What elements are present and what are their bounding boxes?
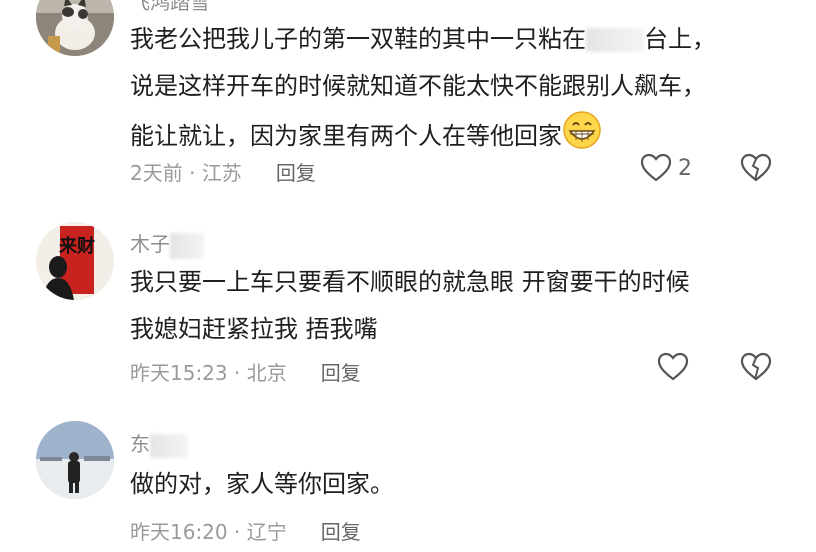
like-button[interactable] bbox=[657, 352, 689, 382]
snow-avatar-image bbox=[36, 421, 114, 499]
svg-text:来财: 来财 bbox=[58, 235, 95, 257]
comment-meta: 昨天15:23 · 北京 回复 bbox=[130, 357, 361, 386]
username[interactable]: 木子 bbox=[130, 228, 204, 259]
reply-button[interactable]: 回复 bbox=[321, 361, 361, 385]
comment-text: 做的对，家人等你回家。 bbox=[130, 470, 394, 498]
username[interactable]: 东 bbox=[130, 428, 188, 458]
timestamp: 昨天16:20 bbox=[130, 520, 228, 544]
username[interactable]: 飞鸿踏雪 bbox=[130, 0, 210, 15]
avatar[interactable]: 来财 bbox=[36, 222, 114, 300]
heart-icon bbox=[657, 352, 689, 381]
avatar[interactable] bbox=[36, 421, 114, 499]
grinning-face-emoji bbox=[562, 110, 602, 166]
like-button[interactable]: 2 bbox=[640, 153, 692, 183]
timestamp: 2天前 bbox=[130, 161, 183, 185]
fortune-avatar-image: 来财 bbox=[36, 222, 114, 300]
broken-heart-icon bbox=[740, 153, 772, 182]
cat-avatar-image bbox=[36, 0, 114, 56]
comment-item: 东 做的对，家人等你回家。 昨天16:20 · 辽宁 回复 bbox=[0, 400, 816, 552]
reply-button[interactable]: 回复 bbox=[321, 520, 361, 544]
location: 辽宁 bbox=[246, 520, 287, 544]
redacted-blur bbox=[150, 433, 188, 458]
location: 北京 bbox=[246, 361, 287, 385]
redacted-blur bbox=[170, 232, 204, 259]
reply-button[interactable]: 回复 bbox=[276, 161, 316, 185]
comment-text: 我老公把我儿子的第一双鞋的其中一只粘在 台上， 说是这样开车的时候就知道不能太快不… bbox=[130, 16, 790, 166]
meta-separator: · bbox=[227, 520, 247, 544]
meta-separator: · bbox=[182, 161, 202, 185]
avatar[interactable] bbox=[36, 0, 114, 56]
comment-meta: 2天前 · 江苏 回复 bbox=[130, 157, 316, 186]
timestamp: 昨天15:23 bbox=[130, 361, 228, 385]
redacted-blur bbox=[586, 28, 644, 52]
broken-heart-icon bbox=[740, 352, 772, 381]
heart-icon bbox=[640, 153, 672, 182]
comment-item: 来财 木子 我只要一上车只要看不顺眼的就急眼 开窗要干的时候 我媳妇赶紧拉我 捂… bbox=[0, 200, 816, 400]
meta-separator: · bbox=[227, 361, 247, 385]
comment-text: 我只要一上车只要看不顺眼的就急眼 开窗要干的时候 我媳妇赶紧拉我 捂我嘴 bbox=[130, 268, 690, 343]
dislike-button[interactable] bbox=[740, 352, 772, 386]
dislike-button[interactable] bbox=[740, 153, 772, 187]
comment-item: 飞鸿踏雪 我老公把我儿子的第一双鞋的其中一只粘在 台上， 说是这样开车的时候就知道… bbox=[0, 0, 816, 200]
like-count: 2 bbox=[678, 155, 692, 181]
comment-meta: 昨天16:20 · 辽宁 回复 bbox=[130, 516, 361, 545]
location: 江苏 bbox=[201, 161, 242, 185]
